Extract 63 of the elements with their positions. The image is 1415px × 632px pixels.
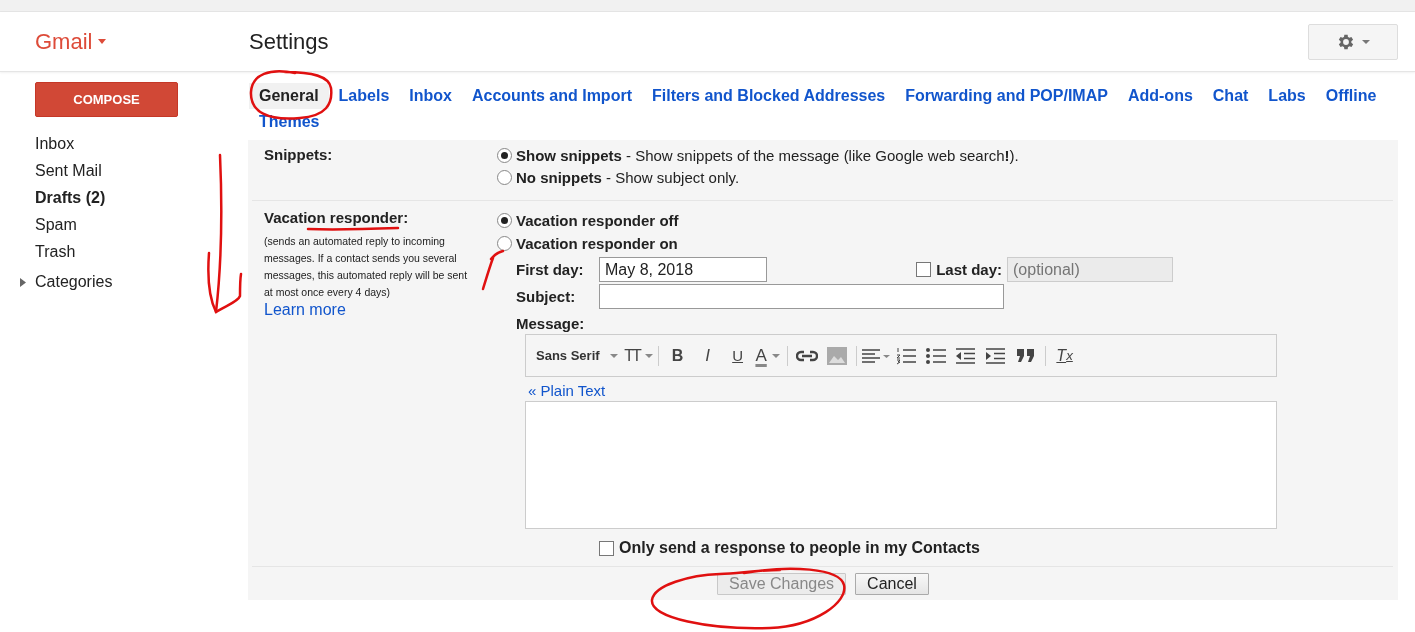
expand-arrow-icon[interactable] (20, 277, 26, 287)
gmail-logo[interactable]: Gmail (35, 28, 93, 55)
option-label[interactable]: No snippets - Show subject only. (516, 168, 740, 186)
caret-icon (1362, 39, 1370, 44)
option-label[interactable]: Only send a response to people in my Contacts (619, 539, 980, 557)
settings-tab[interactable]: Filters and Blocked Addresses (641, 83, 896, 109)
settings-tab[interactable]: Chat (1202, 83, 1259, 109)
setting-description: (sends an automated reply to incoming messages. If a contact sends you several messages, this automated reply will be sent at most once every 4 days) (264, 234, 469, 300)
page-title: Settings (249, 28, 330, 55)
caret-icon (609, 353, 618, 358)
settings-button[interactable] (1308, 23, 1398, 60)
checkbox[interactable] (599, 540, 614, 556)
outdent-icon[interactable] (956, 347, 976, 364)
sidebar-item[interactable]: Trash (0, 238, 248, 265)
cancel-button[interactable]: Cancel (855, 573, 929, 595)
compose-button[interactable]: COMPOSE (35, 82, 178, 117)
option-label[interactable]: Vacation responder off (516, 212, 679, 229)
field-label: Last day: (936, 261, 1002, 278)
annotation-arrow (481, 249, 505, 291)
settings-tab[interactable]: Labs (1258, 83, 1316, 109)
quote-icon[interactable] (1016, 349, 1035, 362)
field-label: Message: (516, 315, 586, 332)
setting-label: Vacation responder: (264, 210, 409, 226)
settings-tab[interactable]: Inbox (399, 83, 462, 109)
caret-icon (644, 353, 653, 358)
sidebar-item[interactable]: Inbox (0, 130, 248, 157)
option-label[interactable]: Show snippets - Show snippets of the message (like Google web search!). (516, 146, 1019, 164)
learn-more-link[interactable]: Learn more (264, 301, 346, 318)
message-field[interactable] (525, 401, 1277, 529)
field-label: First day: (516, 261, 585, 278)
bulleted-list-icon[interactable] (925, 347, 946, 364)
sidebar-item[interactable]: Spam (0, 211, 248, 238)
radio-button[interactable] (497, 147, 512, 163)
settings-tab[interactable]: Labels (328, 83, 400, 109)
sidebar-item[interactable]: Categories (35, 273, 113, 291)
align-icon[interactable] (861, 348, 890, 363)
underline-button[interactable]: U (722, 343, 753, 368)
settings-tab[interactable]: Offline (1315, 83, 1387, 109)
text-size-button[interactable]: TT (623, 343, 654, 368)
first-day-field[interactable]: May 8, 2018 (599, 257, 767, 282)
radio-button[interactable] (497, 169, 512, 185)
settings-tab[interactable]: General (249, 83, 329, 109)
font-dropdown[interactable]: Sans Serif (536, 348, 624, 363)
bold-button[interactable]: B (662, 343, 693, 368)
plain-text-link[interactable]: « Plain Text (528, 381, 1277, 401)
caret-icon (771, 353, 780, 358)
sidebar-item[interactable]: Sent Mail (0, 157, 248, 184)
text-color-button[interactable]: A (752, 343, 783, 368)
numbered-list-icon[interactable] (895, 346, 916, 365)
link-icon[interactable] (795, 349, 818, 362)
italic-button[interactable]: I (692, 343, 723, 368)
settings-tab[interactable]: Add-ons (1117, 83, 1203, 109)
radio-button[interactable] (497, 236, 512, 251)
indent-icon[interactable] (986, 347, 1006, 364)
radio-button[interactable] (497, 213, 512, 228)
subject-field[interactable] (599, 284, 1004, 309)
settings-tab[interactable]: Forwarding and POP/IMAP (895, 83, 1118, 109)
caret-icon (98, 39, 107, 44)
option-label[interactable]: Vacation responder on (516, 235, 678, 252)
field-label: Subject: (516, 288, 577, 305)
sidebar-item[interactable]: Drafts (2) (0, 184, 248, 211)
settings-tab[interactable]: Accounts and Import (461, 83, 642, 109)
setting-label: Snippets: (263, 145, 334, 165)
